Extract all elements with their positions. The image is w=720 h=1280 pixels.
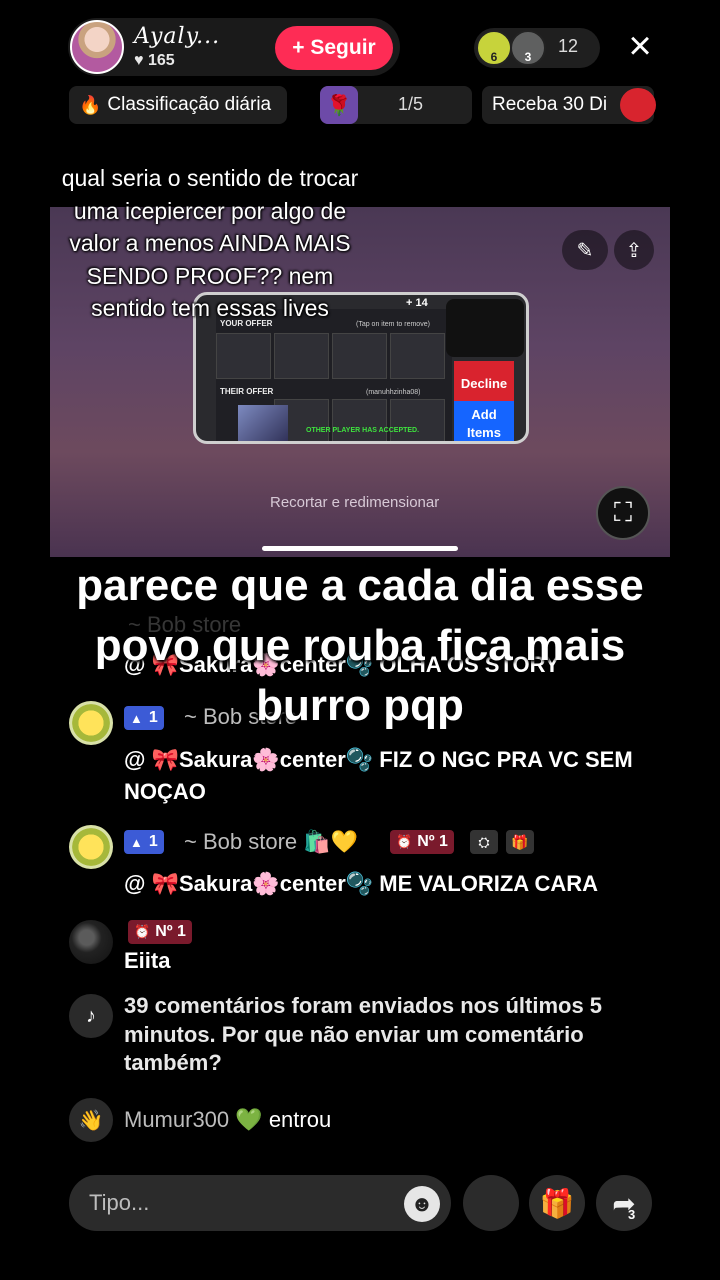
gift-icon: 🎁 — [539, 1187, 575, 1219]
offer-slot — [390, 333, 445, 379]
daily-ranking-label: Classificação diária — [107, 94, 272, 115]
tiktok-icon: ♪ — [69, 994, 113, 1038]
close-icon[interactable]: × — [622, 26, 658, 66]
gift-carousel-chip[interactable]: 🌹 1/5 — [320, 86, 472, 124]
their-slot — [332, 399, 387, 441]
chat-avatar[interactable] — [69, 825, 113, 869]
gift-badge-icon: 🎁 — [506, 830, 534, 854]
share-icon[interactable]: ⇪ — [614, 230, 654, 270]
host-avatar[interactable] — [70, 20, 124, 74]
page-indicator: 1/5 — [398, 94, 424, 114]
chat-message-3: Eiita — [124, 948, 171, 973]
emoji-icon[interactable]: ☻ — [404, 1186, 440, 1222]
host-name[interactable]: Ayaly... — [134, 24, 220, 49]
join-username[interactable]: Mumur300 — [124, 1107, 229, 1132]
their-slot — [390, 399, 445, 441]
receive-gift-chip[interactable]: Receba 30 Di — [482, 86, 656, 124]
caption-main: parece que a cada dia esse povo que roub… — [76, 561, 644, 730]
follow-button[interactable]: + Seguir — [275, 26, 393, 70]
gift-button[interactable]: 🎁 — [529, 1175, 585, 1231]
chat-message-1: @ 🎀Sakura🌸center🫧 FIZ O NGC PRA VC SEM N… — [124, 747, 633, 804]
top-viewer-avatar-2[interactable]: 3 — [510, 30, 546, 66]
chat-avatar[interactable] — [69, 920, 113, 964]
offer-slot — [274, 333, 329, 379]
gift-character-icon — [620, 88, 656, 122]
green-heart-icon: 💚 — [235, 1107, 263, 1132]
heart-icon: ♥ — [134, 52, 144, 69]
share-button[interactable]: ➦ — [596, 1175, 652, 1231]
join-action: entrou — [268, 1107, 332, 1132]
flame-icon: 🔥 — [79, 94, 102, 115]
side-panel — [446, 299, 524, 357]
decline-button: Decline — [454, 361, 514, 405]
share-count: 3 — [628, 1207, 636, 1222]
rose-icon: 🌹 — [320, 86, 358, 124]
add-items-button: Add Items — [454, 401, 514, 441]
system-message: 39 comentários foram enviados nos último… — [124, 993, 603, 1075]
home-indicator — [262, 546, 458, 551]
receive-gift-label: Receba 30 Di — [492, 94, 608, 115]
team-icon: ⛭ — [470, 830, 498, 854]
daily-ranking-chip[interactable]: 🔥 Classificação diária — [69, 86, 287, 124]
chat-message-2: @ 🎀Sakura🌸center🫧 ME VALORIZA CARA — [124, 871, 599, 896]
offer-slot — [332, 333, 387, 379]
fullscreen-icon[interactable]: ⛶ — [596, 486, 650, 540]
host-likes-count: ♥ 165 — [134, 52, 175, 69]
crop-resize-hint: Recortar e redimensionar — [270, 494, 440, 511]
markup-pen-icon[interactable]: ✎ — [562, 230, 608, 270]
wave-hand-icon: 👋 — [69, 1098, 113, 1142]
traded-item-image — [238, 405, 288, 441]
rank-badge: Nº 1 — [128, 920, 192, 944]
extra-action-button[interactable] — [463, 1175, 519, 1231]
top-viewer-avatar-1[interactable]: 6 — [476, 30, 512, 66]
viewer-count[interactable]: 12 — [558, 36, 578, 57]
join-message: Mumur300 💚 entrou — [124, 1107, 331, 1133]
partner-name: (manuhhzinha08) — [366, 389, 421, 396]
level-badge: 1 — [124, 830, 164, 854]
coin-counter: + 14 — [406, 297, 428, 309]
caption-top: qual seria o sentido de trocar uma icepi… — [61, 165, 359, 321]
their-offer-label: THEIR OFFER — [220, 387, 274, 396]
accepted-status: OTHER PLAYER HAS ACCEPTED. — [306, 427, 420, 434]
chat-username[interactable]: ~ Bob store 🛍️💛 — [184, 829, 358, 855]
comment-input[interactable] — [69, 1175, 451, 1231]
trade-window: YOUR OFFER (Tap on item to remove) THEIR… — [216, 309, 452, 441]
rank-badge: Nº 1 — [390, 830, 454, 854]
offer-slot — [216, 333, 271, 379]
